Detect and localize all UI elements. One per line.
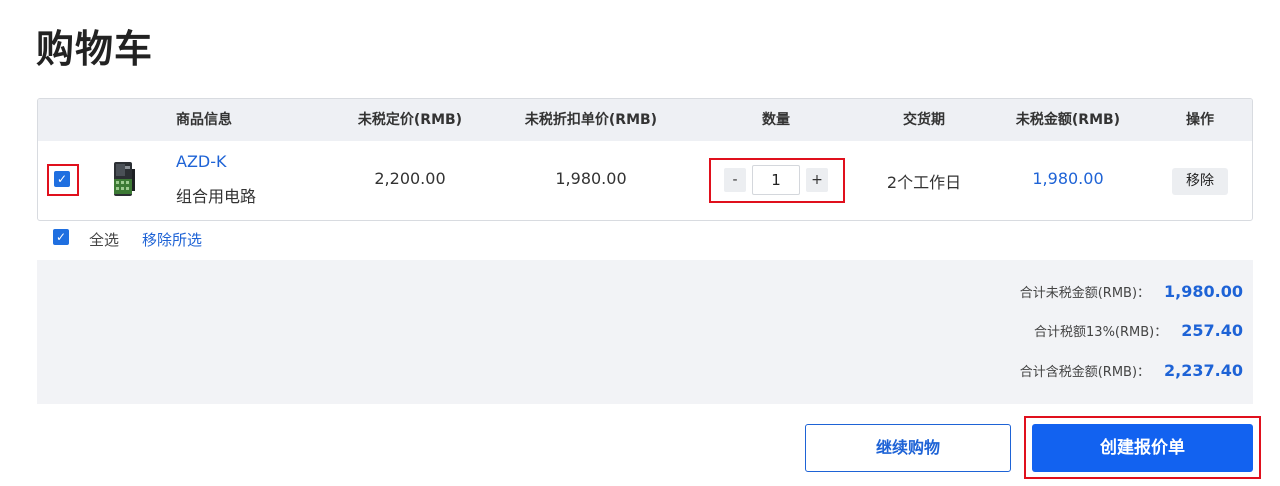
row-checkbox[interactable]: ✓ (54, 171, 70, 187)
create-quote-button[interactable]: 创建报价单 (1032, 424, 1253, 472)
header-operation: 操作 (1186, 112, 1214, 128)
table-header: 商品信息 未税定价(RMB) 未税折扣单价(RMB) 数量 交货期 未税金额(R… (38, 99, 1252, 141)
page-title: 购物车 (36, 27, 154, 71)
header-amount: 未税金额(RMB) (1015, 112, 1121, 128)
product-name-link[interactable]: AZD-K (176, 152, 227, 171)
delivery-time: 2个工作日 (886, 173, 962, 192)
header-quantity: 数量 (762, 112, 790, 128)
continue-shopping-button[interactable]: 继续购物 (805, 424, 1011, 472)
row-amount: 1,980.00 (1032, 169, 1104, 188)
checkmark-icon: ✓ (55, 230, 67, 244)
product-image[interactable] (108, 159, 140, 199)
select-all-checkbox[interactable]: ✓ (53, 229, 69, 245)
select-all-label[interactable]: 全选 (89, 229, 119, 250)
total-row: 合计含税金额(RMB)： 2,237.40 (1020, 361, 1243, 385)
tax-value: 257.40 (1181, 321, 1243, 340)
total-value: 2,237.40 (1164, 361, 1243, 380)
product-description: 组合用电路 (176, 187, 257, 206)
quantity-input[interactable]: 1 (752, 165, 800, 195)
tax-label: 合计税额13%(RMB)： (1034, 325, 1168, 340)
remove-button[interactable]: 移除 (1172, 168, 1228, 195)
checkmark-icon: ✓ (56, 172, 68, 186)
subtotal-row: 合计未税金额(RMB)： 1,980.00 (1020, 282, 1243, 306)
subtotal-value: 1,980.00 (1164, 282, 1243, 301)
total-label: 合计含税金额(RMB)： (1019, 365, 1151, 380)
discount-price: 1,980.00 (555, 169, 627, 188)
subtotal-label: 合计未税金额(RMB)： (1019, 286, 1151, 301)
order-summary: 合计未税金额(RMB)： 1,980.00 合计税额13%(RMB)： 257.… (37, 260, 1253, 404)
quantity-increment-button[interactable]: + (806, 168, 828, 192)
header-delivery: 交货期 (903, 112, 945, 128)
quantity-decrement-button[interactable]: - (724, 168, 746, 192)
header-product-info: 商品信息 (176, 112, 232, 128)
table-row: ✓ AZD-K 组合用电路 2,200.00 1,980.00 - 1 + 2个… (38, 141, 1252, 220)
cart-table: 商品信息 未税定价(RMB) 未税折扣单价(RMB) 数量 交货期 未税金额(R… (37, 98, 1253, 221)
list-price: 2,200.00 (374, 169, 446, 188)
remove-selected-link[interactable]: 移除所选 (142, 229, 202, 250)
header-discount-price: 未税折扣单价(RMB) (524, 112, 658, 128)
tax-row: 合计税额13%(RMB)： 257.40 (1034, 321, 1243, 345)
header-list-price: 未税定价(RMB) (357, 112, 463, 128)
